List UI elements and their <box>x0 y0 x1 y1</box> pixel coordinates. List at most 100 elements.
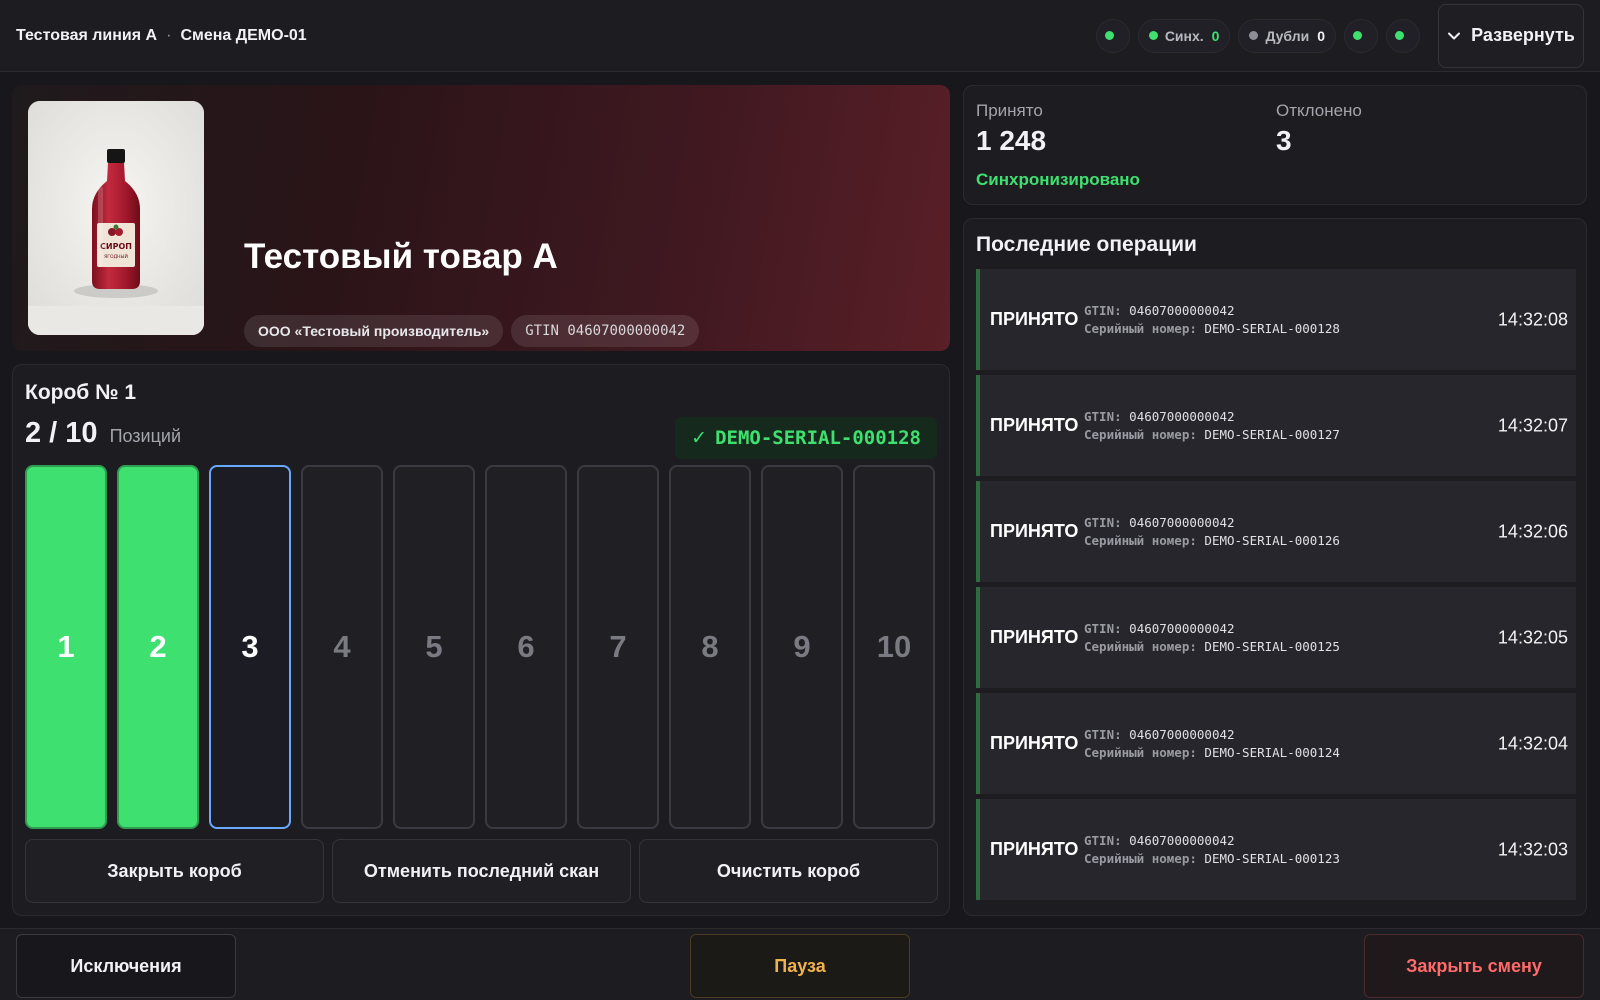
sync-status-text: Синхронизировано <box>976 170 1140 189</box>
operation-time: 14:32:06 <box>1497 521 1568 541</box>
shift-name: Смена ДЕМО-01 <box>180 26 307 44</box>
gtin-key: GTIN: <box>1084 408 1122 424</box>
accepted-stat: Принято 1 248 <box>976 101 1046 157</box>
last-serial: DEMO-SERIAL-000128 <box>715 427 921 449</box>
operation-status: ПРИНЯТО <box>990 415 1079 435</box>
rejected-value: 3 <box>1276 125 1292 156</box>
gtin-key: GTIN: <box>1084 620 1122 636</box>
serial-key: Серийный номер: <box>1084 638 1197 654</box>
operation-status: ПРИНЯТО <box>990 627 1079 647</box>
clear-box-button[interactable]: Очистить короб <box>639 839 938 903</box>
duplicates-label: Дубли <box>1265 27 1310 44</box>
gtin-key: GTIN: <box>1084 302 1122 318</box>
duplicates-count: 0 <box>1317 27 1325 44</box>
box-panel: Короб № 1 2 / 10 Позиций ✓ DEMO-SERIAL-0… <box>12 364 950 916</box>
operation-time: 14:32:03 <box>1497 839 1568 859</box>
operation-status: ПРИНЯТО <box>990 839 1079 859</box>
serial-key: Серийный номер: <box>1084 744 1197 760</box>
operation-gtin: 04607000000042 <box>1129 726 1235 742</box>
box-slot[interactable]: 2 <box>117 465 199 829</box>
expand-button[interactable]: Развернуть <box>1438 3 1584 68</box>
box-slot[interactable]: 6 <box>485 465 567 829</box>
operation-row[interactable]: ПРИНЯТО GTIN: 04607000000042 Серийный номе… <box>976 799 1576 900</box>
operation-row[interactable]: ПРИНЯТО GTIN: 04607000000042 Серийный номе… <box>976 269 1576 370</box>
accepted-value: 1 248 <box>976 125 1047 156</box>
operation-row[interactable]: ПРИНЯТО GTIN: 04607000000042 Серийный номе… <box>976 481 1576 582</box>
bottle-label-main: СИРОП <box>100 242 132 251</box>
serial-key: Серийный номер: <box>1084 850 1197 866</box>
operation-gtin: 04607000000042 <box>1129 832 1235 848</box>
stats-panel: Принято 1 248 Отклонено 3 Синхронизирова… <box>963 85 1587 205</box>
rejected-stat: Отклонено 3 <box>1276 101 1362 157</box>
box-slot[interactable]: 10 <box>853 465 935 829</box>
duplicates-status-pill[interactable]: Дубли 0 <box>1238 18 1336 53</box>
operation-row[interactable]: ПРИНЯТО GTIN: 04607000000042 Серийный номе… <box>976 375 1576 476</box>
operation-serial: DEMO-SERIAL-000123 <box>1204 850 1340 866</box>
operation-meta: GTIN: 04607000000042 Серийный номер: DEMO… <box>1084 620 1340 656</box>
operation-time: 14:32:04 <box>1497 733 1568 753</box>
operation-gtin: 04607000000042 <box>1129 620 1235 636</box>
operation-meta: GTIN: 04607000000042 Серийный номер: DEMO… <box>1084 726 1340 762</box>
operation-status: ПРИНЯТО <box>990 309 1079 329</box>
box-slot[interactable]: 4 <box>301 465 383 829</box>
breadcrumb-separator: · <box>166 26 172 44</box>
status-dot-icon <box>1395 31 1404 40</box>
chevron-down-icon <box>1448 32 1461 39</box>
operation-serial: DEMO-SERIAL-000127 <box>1204 426 1340 442</box>
box-slots: 1 2 3 4 5 6 7 8 9 10 <box>25 465 935 829</box>
operation-serial: DEMO-SERIAL-000128 <box>1204 320 1340 336</box>
bottle-label-sub: ЯГОДНЫЙ <box>104 253 128 260</box>
accepted-label: Принято <box>976 101 1043 120</box>
box-count: 2 / 10 Позиций <box>25 417 181 450</box>
operation-meta: GTIN: 04607000000042 Серийный номер: DEMO… <box>1084 408 1340 444</box>
pause-button[interactable]: Пауза <box>690 934 910 998</box>
undo-last-scan-button[interactable]: Отменить последний скан <box>332 839 631 903</box>
box-slot[interactable]: 7 <box>577 465 659 829</box>
operation-time: 14:32:07 <box>1497 415 1568 435</box>
status-indicators: Синх. 0 Дубли 0 Развернуть <box>1095 3 1584 68</box>
gtin-key: GTIN: <box>1084 514 1122 530</box>
close-shift-button[interactable]: Закрыть смену <box>1364 934 1584 998</box>
expand-label: Развернуть <box>1471 25 1575 45</box>
operation-gtin: 04607000000042 <box>1129 302 1235 318</box>
status-dot-icon <box>1104 31 1114 40</box>
bottom-bar: Исключения Пауза Закрыть смену <box>0 928 1600 1000</box>
sync-label: Синх. <box>1164 27 1204 44</box>
box-slot[interactable]: 8 <box>669 465 751 829</box>
operation-time: 14:32:08 <box>1497 309 1568 329</box>
operation-row[interactable]: ПРИНЯТО GTIN: 04607000000042 Серийный номе… <box>976 587 1576 688</box>
box-slot[interactable]: 3 <box>209 465 291 829</box>
close-box-button[interactable]: Закрыть короб <box>25 839 324 903</box>
box-actions: Закрыть короб Отменить последний скан Оч… <box>25 839 938 903</box>
breadcrumb: Тестовая линия А · Смена ДЕМО-01 <box>16 27 307 45</box>
sync-status-pill[interactable]: Синх. 0 <box>1137 18 1231 53</box>
printer-status[interactable] <box>1386 18 1420 53</box>
status-dot-icon <box>1148 31 1158 40</box>
box-slot[interactable]: 5 <box>393 465 475 829</box>
rejected-label: Отклонено <box>1276 101 1362 120</box>
check-icon: ✓ <box>691 427 708 449</box>
line-name: Тестовая линия А <box>16 26 158 44</box>
connection-status[interactable] <box>1095 18 1130 53</box>
scanner-status[interactable] <box>1344 18 1378 53</box>
box-slot[interactable]: 9 <box>761 465 843 829</box>
operation-meta: GTIN: 04607000000042 Серийный номер: DEMO… <box>1084 302 1340 338</box>
gtin-key: GTIN: <box>1084 726 1122 742</box>
operation-serial: DEMO-SERIAL-000126 <box>1204 532 1340 548</box>
sync-count: 0 <box>1211 27 1220 44</box>
serial-key: Серийный номер: <box>1084 532 1197 548</box>
status-dot-icon <box>1353 31 1362 40</box>
manufacturer-tag: ООО «Тестовый производитель» <box>244 315 504 347</box>
box-count-label: Позиций <box>109 426 182 446</box>
box-title: Короб № 1 <box>25 381 137 404</box>
top-bar: Тестовая линия А · Смена ДЕМО-01 Синх. 0… <box>0 0 1600 72</box>
operation-row[interactable]: ПРИНЯТО GTIN: 04607000000042 Серийный номе… <box>976 693 1576 794</box>
operation-gtin: 04607000000042 <box>1129 514 1235 530</box>
exceptions-button[interactable]: Исключения <box>16 934 236 998</box>
operation-status: ПРИНЯТО <box>990 733 1079 753</box>
operation-meta: GTIN: 04607000000042 Серийный номер: DEMO… <box>1084 514 1340 550</box>
syrup-bottle-icon: СИРОП ЯГОДНЫЙ <box>28 101 204 335</box>
product-card: СИРОП ЯГОДНЫЙ Тестовый товар А ООО «Тест… <box>12 85 950 351</box>
operations-list[interactable]: ПРИНЯТО GTIN: 04607000000042 Серийный номе… <box>976 269 1576 905</box>
box-slot[interactable]: 1 <box>25 465 107 829</box>
